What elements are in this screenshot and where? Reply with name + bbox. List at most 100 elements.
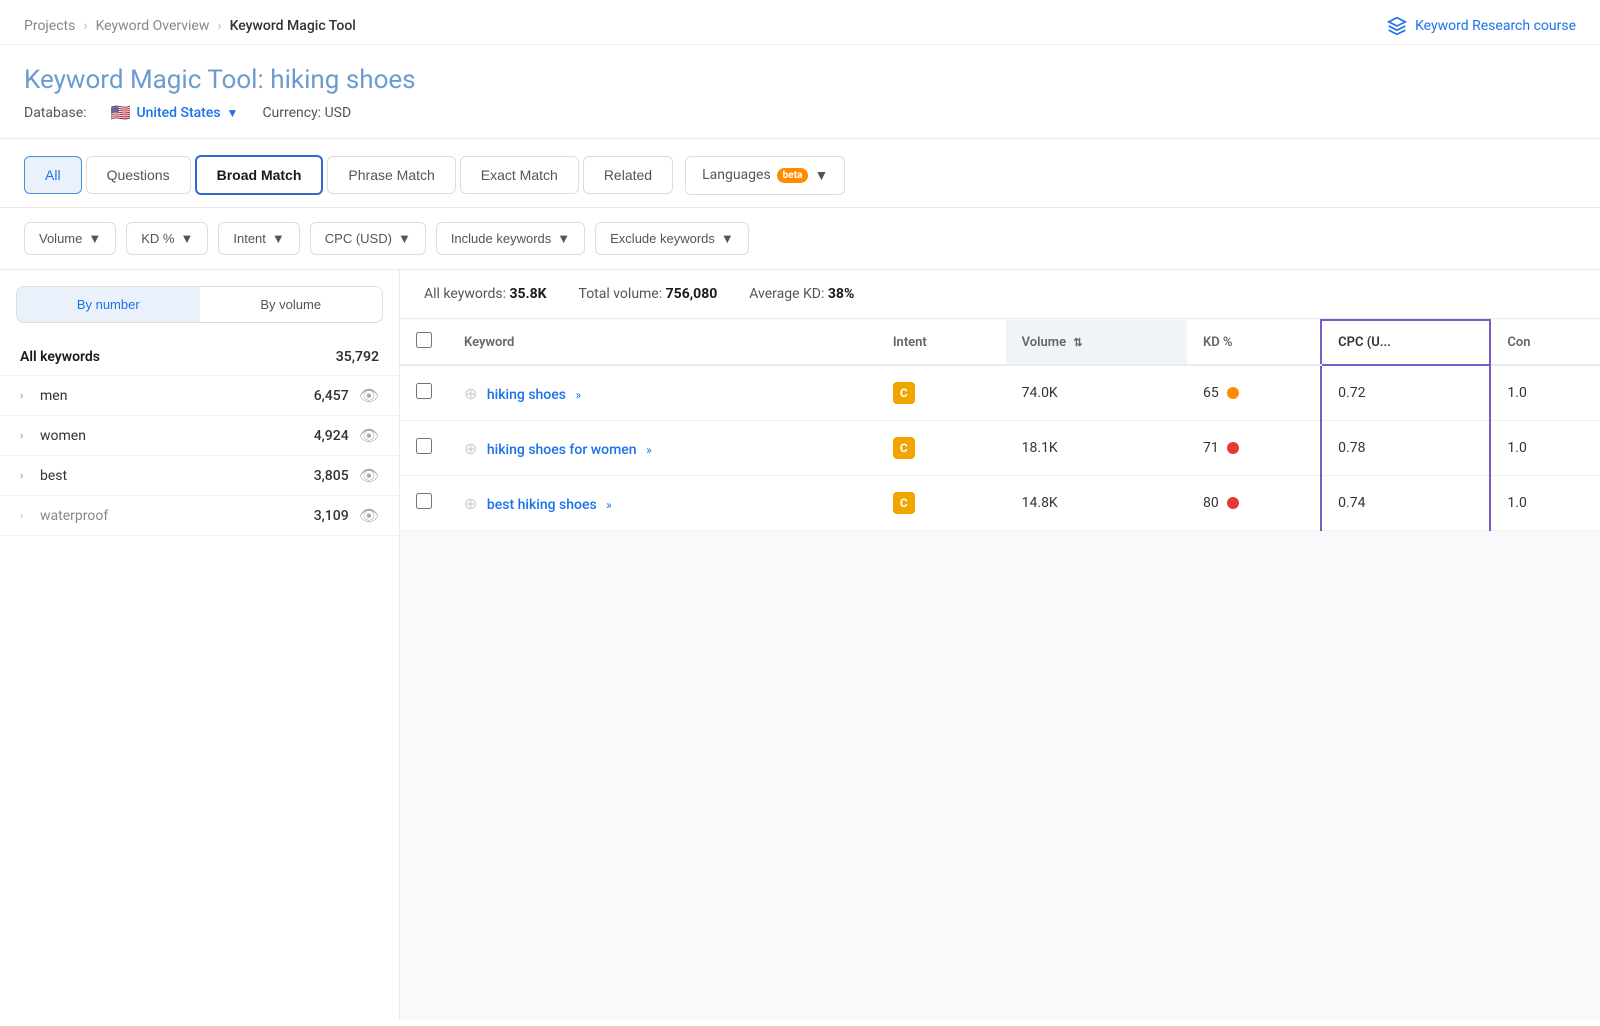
sidebar-item-men[interactable]: › men 6,457 👁: [0, 376, 399, 416]
sidebar-label-women: women: [40, 428, 86, 444]
page-header: Keyword Magic Tool: hiking shoes Databas…: [0, 45, 1600, 139]
kd-value-2: 71: [1203, 440, 1219, 456]
keyword-link-1[interactable]: hiking shoes: [487, 387, 566, 403]
sidebar-all-keywords-row[interactable]: All keywords 35,792: [0, 339, 399, 376]
currency-label: Currency: USD: [262, 105, 351, 121]
eye-icon-waterproof[interactable]: 👁: [359, 506, 379, 525]
title-prefix: Keyword Magic Tool:: [24, 65, 264, 95]
sidebar-item-waterproof[interactable]: › waterproof 3,109 👁: [0, 496, 399, 536]
breadcrumb-sep2: ›: [217, 18, 221, 34]
tab-related[interactable]: Related: [583, 156, 673, 194]
tab-phrase-match[interactable]: Phrase Match: [327, 156, 455, 194]
by-volume-btn[interactable]: By volume: [200, 287, 383, 322]
tab-broad-match[interactable]: Broad Match: [195, 155, 324, 195]
add-icon-2[interactable]: ⊕: [464, 439, 477, 458]
eye-icon-men[interactable]: 👁: [359, 386, 379, 405]
tab-exact-match[interactable]: Exact Match: [460, 156, 579, 194]
stats-avg-kd-label: Average KD:: [749, 286, 824, 302]
languages-chevron-icon: ▼: [814, 167, 828, 184]
breadcrumb-current: Keyword Magic Tool: [230, 18, 356, 34]
row2-checkbox[interactable]: [416, 438, 432, 454]
sidebar-item-women[interactable]: › women 4,924 👁: [0, 416, 399, 456]
filter-include-label: Include keywords: [451, 231, 551, 246]
course-icon: [1387, 16, 1407, 36]
th-volume[interactable]: Volume ⇅: [1006, 320, 1187, 365]
td-keyword-2: ⊕ hiking shoes for women »: [448, 421, 877, 476]
td-volume-1: 74.0K: [1006, 365, 1187, 421]
database-selector[interactable]: 🇺🇸 United States ▼: [111, 103, 239, 122]
stats-all-keywords-value: 35.8K: [509, 286, 546, 302]
beta-badge: beta: [777, 168, 809, 183]
select-all-checkbox[interactable]: [416, 332, 432, 348]
tab-all[interactable]: All: [24, 156, 82, 194]
th-intent: Intent: [877, 320, 1006, 365]
td-cpc-3: 0.74: [1321, 476, 1490, 531]
filter-exclude-keywords[interactable]: Exclude keywords ▼: [595, 222, 749, 255]
td-con-3: 1.0: [1490, 476, 1600, 531]
sidebar-label-waterproof: waterproof: [40, 508, 108, 524]
eye-icon-best[interactable]: 👁: [359, 466, 379, 485]
intent-badge-1: C: [893, 382, 915, 404]
sidebar-all-keywords-count: 35,792: [336, 349, 379, 365]
tab-languages[interactable]: Languages beta ▼: [685, 156, 845, 195]
row1-checkbox[interactable]: [416, 383, 432, 399]
breadcrumb-keyword-overview[interactable]: Keyword Overview: [96, 18, 210, 34]
td-intent-3: C: [877, 476, 1006, 531]
th-checkbox: [400, 320, 448, 365]
sidebar-count-best: 3,805: [314, 468, 349, 484]
filter-kd-chevron-icon: ▼: [180, 231, 193, 246]
td-volume-2: 18.1K: [1006, 421, 1187, 476]
expand-icon-women: ›: [20, 429, 32, 442]
filter-cpc-chevron-icon: ▼: [398, 231, 411, 246]
intent-badge-2: C: [893, 437, 915, 459]
kd-value-3: 80: [1203, 495, 1219, 511]
sidebar-count-women: 4,924: [314, 428, 349, 444]
intent-badge-3: C: [893, 492, 915, 514]
stats-avg-kd: Average KD: 38%: [749, 286, 854, 302]
keyword-link-3[interactable]: best hiking shoes: [487, 497, 597, 513]
filter-volume[interactable]: Volume ▼: [24, 222, 116, 255]
keywords-table: Keyword Intent Volume ⇅ KD % CPC (U... C…: [400, 319, 1600, 531]
breadcrumb-projects[interactable]: Projects: [24, 18, 75, 34]
table-row: ⊕ hiking shoes » C 74.0K 65: [400, 365, 1600, 421]
td-con-2: 1.0: [1490, 421, 1600, 476]
th-con: Con: [1490, 320, 1600, 365]
tab-questions[interactable]: Questions: [86, 156, 191, 194]
sidebar-label-men: men: [40, 388, 67, 404]
keyword-link-2[interactable]: hiking shoes for women: [487, 442, 637, 458]
th-kd: KD %: [1187, 320, 1321, 365]
course-link-text: Keyword Research course: [1415, 18, 1576, 34]
filter-cpc-label: CPC (USD): [325, 231, 392, 246]
td-keyword-1: ⊕ hiking shoes »: [448, 365, 877, 421]
kd-dot-1: [1227, 387, 1239, 399]
expand-icon-best: ›: [20, 469, 32, 482]
eye-icon-women[interactable]: 👁: [359, 426, 379, 445]
stats-total-volume-label: Total volume:: [579, 286, 663, 302]
filter-cpc[interactable]: CPC (USD) ▼: [310, 222, 426, 255]
by-number-btn[interactable]: By number: [17, 287, 200, 322]
filter-kd[interactable]: KD % ▼: [126, 222, 208, 255]
td-intent-1: C: [877, 365, 1006, 421]
add-icon-1[interactable]: ⊕: [464, 384, 477, 403]
row3-checkbox[interactable]: [416, 493, 432, 509]
th-cpc: CPC (U...: [1321, 320, 1490, 365]
sidebar-item-best[interactable]: › best 3,805 👁: [0, 456, 399, 496]
left-sidebar: By number By volume All keywords 35,792: [0, 270, 400, 1020]
td-kd-1: 65: [1187, 365, 1321, 421]
course-link[interactable]: Keyword Research course: [1387, 16, 1576, 36]
filter-intent-chevron-icon: ▼: [272, 231, 285, 246]
kd-value-1: 65: [1203, 385, 1219, 401]
table-row: ⊕ hiking shoes for women » C 18.1K 71: [400, 421, 1600, 476]
add-icon-3[interactable]: ⊕: [464, 494, 477, 513]
stats-total-volume-value: 756,080: [666, 286, 718, 302]
stats-total-volume: Total volume: 756,080: [579, 286, 718, 302]
filter-volume-chevron-icon: ▼: [88, 231, 101, 246]
td-kd-3: 80: [1187, 476, 1321, 531]
sidebar-label-best: best: [40, 468, 67, 484]
database-label: Database:: [24, 105, 87, 121]
expand-icon-men: ›: [20, 389, 32, 402]
td-checkbox-1: [400, 365, 448, 421]
filter-intent[interactable]: Intent ▼: [218, 222, 299, 255]
th-keyword: Keyword: [448, 320, 877, 365]
filter-include-keywords[interactable]: Include keywords ▼: [436, 222, 585, 255]
